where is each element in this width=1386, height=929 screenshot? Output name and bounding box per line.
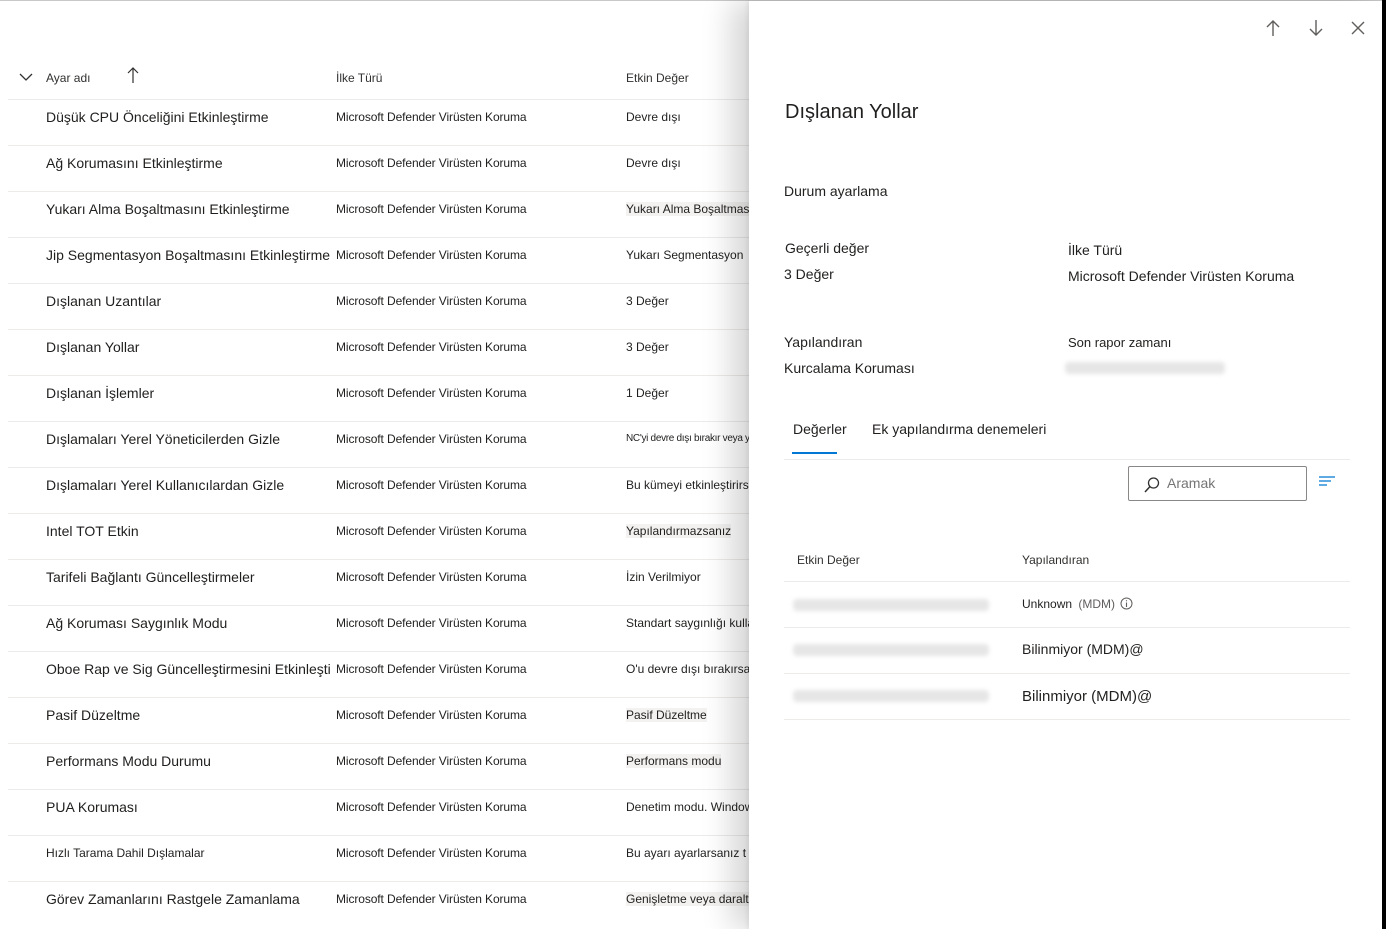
setting-name: Dışlanan Uzantılar [46,293,162,309]
effective-value-text: Genişletme veya daraltma [626,892,766,906]
setting-name: Oboe Rap ve Sig Güncelleştirmesini Etkin… [46,661,331,677]
table-row[interactable]: Bilinmiyor (MDM)@ [784,627,1350,673]
previous-item-button[interactable] [1258,13,1288,43]
policy-type: Microsoft Defender Virüsten Koruma [336,156,527,170]
policy-type: Microsoft Defender Virüsten Koruma [336,386,527,400]
configured-by-value: Kurcalama Koruması [784,360,915,376]
tab-additional-config[interactable]: Ek yapılandırma denemeleri [872,421,1046,437]
column-header-effective-value[interactable]: Etkin Değer [626,71,689,85]
status-label: Durum ayarlama [784,183,888,199]
effective-value-text: Yapılandırmazsanız [626,524,732,538]
last-report-value-redacted [1065,362,1225,374]
search-icon [1143,476,1161,499]
filter-icon [1319,476,1335,486]
value-redacted [793,644,989,656]
table-bottom-divider [784,719,1350,720]
setting-name: Ağ Koruması Saygınlık Modu [46,615,228,631]
policy-type-label: İlke Türü [1068,242,1123,258]
configured-by-label: Yapılandıran [784,334,863,350]
setting-name: Pasif Düzeltme [46,707,141,723]
active-tab-indicator [792,452,837,454]
next-item-button[interactable] [1301,13,1331,43]
policy-type: Microsoft Defender Virüsten Koruma [336,800,527,814]
policy-type: Microsoft Defender Virüsten Koruma [336,478,527,492]
setting-name: Düşük CPU Önceliğini Etkinleştirme [46,109,269,125]
chevron-down-icon[interactable] [18,69,34,85]
setting-name: Dışlanan İşlemler [46,385,155,401]
close-icon [1351,21,1365,35]
policy-type: Microsoft Defender Virüsten Koruma [336,524,527,538]
current-value: 3 Değer [784,266,834,282]
policy-type: Microsoft Defender Virüsten Koruma [336,708,527,722]
setting-name: Jip Segmentasyon Boşaltmasını Etkinleşti… [46,247,331,263]
tab-values[interactable]: Değerler [793,421,847,437]
setting-name: Hızlı Tarama Dahil Dışlamalar [46,846,205,860]
column-header-policy-type[interactable]: İlke Türü [336,71,382,85]
tabs-divider [784,459,1350,460]
current-value-label: Geçerli değer [785,240,870,256]
filter-button[interactable] [1317,473,1341,495]
setting-name: Dışlamaları Yerel Kullanıcılardan Gizle [46,477,285,493]
info-icon[interactable] [1120,597,1133,613]
search-box[interactable] [1128,466,1307,501]
policy-type: Microsoft Defender Virüsten Koruma [336,754,527,768]
policy-type: Microsoft Defender Virüsten Koruma [336,616,527,630]
configured-by-text: Unknown [1022,597,1073,611]
policy-type: Microsoft Defender Virüsten Koruma [336,202,527,216]
column-header-configured-by[interactable]: Yapılandıran [1022,553,1089,567]
policy-type: Microsoft Defender Virüsten Koruma [336,662,527,676]
policy-type: Microsoft Defender Virüsten Koruma [336,570,527,584]
policy-type: Microsoft Defender Virüsten Koruma [336,110,527,124]
value-redacted [793,599,989,611]
sort-ascending-icon[interactable] [125,65,141,85]
arrow-down-icon [1309,20,1323,36]
policy-type: Microsoft Defender Virüsten Koruma [336,892,527,906]
last-report-label: Son rapor zamanı [1068,335,1172,350]
setting-name: Intel TOT Etkin [46,523,139,539]
policy-type: Microsoft Defender Virüsten Koruma [336,340,527,354]
setting-name: Dışlanan Yollar [46,339,140,355]
policy-type: Microsoft Defender Virüsten Koruma [336,846,527,860]
column-header-name[interactable]: Ayar adı [46,71,90,85]
configured-by-cell: Unknown (MDM) [1022,597,1133,613]
table-row[interactable]: Unknown (MDM) [784,581,1350,627]
setting-name: PUA Koruması [46,799,138,815]
effective-value-text: Yukarı Alma Boşaltması [626,202,753,216]
configured-by-cell: Bilinmiyor (MDM)@ [1022,688,1153,705]
setting-name: Tarifeli Bağlantı Güncelleştirmeler [46,569,255,585]
table-row[interactable]: Bilinmiyor (MDM)@ [784,673,1350,719]
arrow-up-icon [1266,20,1280,36]
column-header-effective-value[interactable]: Etkin Değer [797,553,860,567]
policy-type: Microsoft Defender Virüsten Koruma [336,248,527,262]
setting-name: Yukarı Alma Boşaltmasını Etkinleştirme [46,201,290,217]
policy-type: Microsoft Defender Virüsten Koruma [336,294,527,308]
configured-by-cell: Bilinmiyor (MDM)@ [1022,641,1144,657]
window-edge [1382,0,1386,929]
effective-value-text: Pasif Düzeltme [626,708,707,722]
setting-name: Dışlamaları Yerel Yöneticilerden Gizle [46,431,280,447]
value-redacted [793,690,989,702]
setting-name: Görev Zamanlarını Rastgele Zamanlama [46,891,300,907]
details-panel: Dışlanan Yollar Durum ayarlama Geçerli d… [749,1,1382,929]
panel-title: Dışlanan Yollar [785,101,919,123]
configured-by-suffix: (MDM) [1078,597,1116,611]
policy-type-value: Microsoft Defender Virüsten Koruma [1068,268,1295,284]
setting-name: Ağ Korumasını Etkinleştirme [46,155,223,171]
search-input[interactable] [1167,475,1297,491]
policy-type: Microsoft Defender Virüsten Koruma [336,432,527,446]
setting-name: Performans Modu Durumu [46,753,211,769]
effective-value-text: Performans modu [626,754,722,768]
close-button[interactable] [1343,13,1373,43]
